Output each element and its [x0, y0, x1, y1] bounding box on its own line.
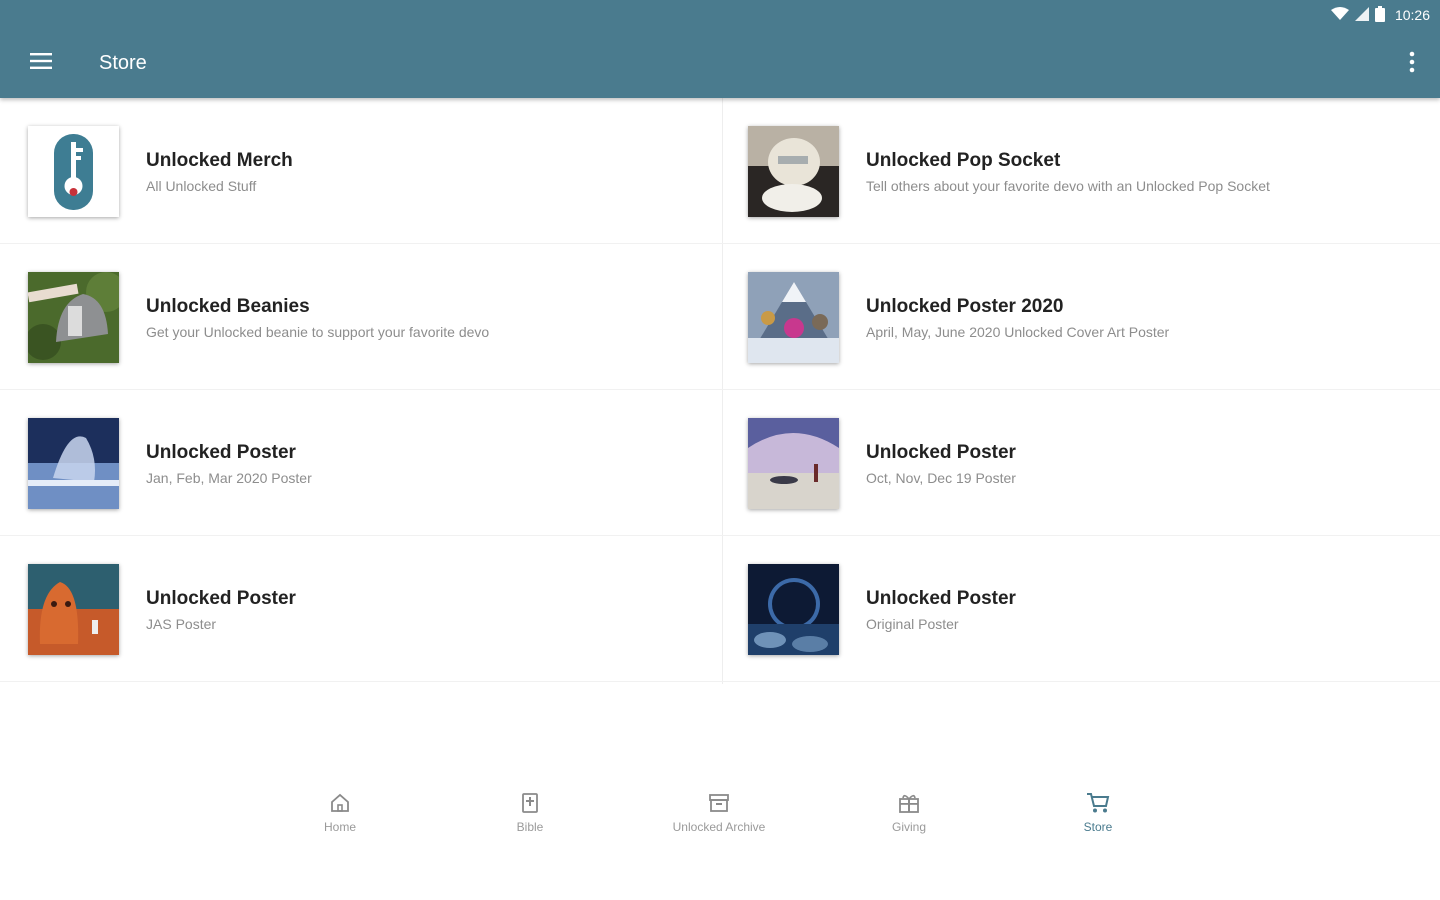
item-title: Unlocked Beanies: [146, 296, 310, 317]
nav-label: Bible: [516, 820, 544, 834]
more-vertical-icon: [1409, 51, 1415, 78]
mars-poster-thumbnail: [28, 564, 119, 655]
nav-home[interactable]: Home: [270, 790, 410, 846]
menu-button[interactable]: [26, 48, 56, 78]
store-item-grid: Unlocked Merch All Unlocked Stuff Unlock…: [0, 98, 1440, 684]
item-subtitle: April, May, June 2020 Unlocked Cover Art…: [866, 324, 1170, 340]
key-logo-thumbnail: [28, 126, 119, 217]
nav-bible[interactable]: Bible: [460, 790, 600, 846]
item-title: Unlocked Pop Socket: [866, 150, 1061, 171]
mountain-poster-thumbnail: [748, 272, 839, 363]
item-title: Unlocked Poster: [866, 588, 1016, 609]
item-subtitle: Tell others about your favorite devo wit…: [866, 178, 1270, 194]
item-title: Unlocked Poster: [146, 588, 296, 609]
store-item-unlocked-poster-2020[interactable]: Unlocked Poster 2020 April, May, June 20…: [720, 244, 1440, 390]
pop-socket-photo-thumbnail: [748, 126, 839, 217]
store-item-unlocked-pop-socket[interactable]: Unlocked Pop Socket Tell others about yo…: [720, 98, 1440, 244]
nav-unlocked-archive[interactable]: Unlocked Archive: [649, 790, 789, 846]
nav-label: Store: [1083, 820, 1113, 834]
item-subtitle: JAS Poster: [146, 616, 217, 632]
status-bar: 10:26: [1330, 5, 1430, 25]
store-item-unlocked-beanies[interactable]: Unlocked Beanies Get your Unlocked beani…: [0, 244, 720, 390]
sky-poster-thumbnail: [748, 418, 839, 509]
item-subtitle: All Unlocked Stuff: [146, 178, 257, 194]
store-item-unlocked-poster-jas[interactable]: Unlocked Poster JAS Poster: [0, 536, 720, 682]
store-item-unlocked-poster-original[interactable]: Unlocked Poster Original Poster: [720, 536, 1440, 682]
store-item-unlocked-poster-jan-feb-mar[interactable]: Unlocked Poster Jan, Feb, Mar 2020 Poste…: [0, 390, 720, 536]
app-bar: 10:26 Store: [0, 0, 1440, 98]
home-icon: [327, 790, 353, 816]
store-item-unlocked-merch[interactable]: Unlocked Merch All Unlocked Stuff: [0, 98, 720, 244]
nav-label: Giving: [891, 820, 926, 834]
item-title: Unlocked Poster 2020: [866, 296, 1064, 317]
item-subtitle: Original Poster: [866, 616, 959, 632]
nav-giving[interactable]: Giving: [839, 790, 979, 846]
item-subtitle: Oct, Nov, Dec 19 Poster: [866, 470, 1016, 486]
nav-label: Unlocked Archive: [672, 820, 766, 834]
overflow-menu-button[interactable]: [1402, 48, 1422, 80]
store-item-unlocked-poster-oct-nov-dec[interactable]: Unlocked Poster Oct, Nov, Dec 19 Poster: [720, 390, 1440, 536]
gift-icon: [896, 790, 922, 816]
ice-poster-thumbnail: [28, 418, 119, 509]
battery-icon: [1374, 5, 1385, 25]
item-subtitle: Get your Unlocked beanie to support your…: [146, 324, 490, 340]
bible-icon: [517, 790, 543, 816]
status-time: 10:26: [1394, 7, 1430, 23]
signal-icon: [1354, 6, 1369, 24]
beanie-photo-thumbnail: [28, 272, 119, 363]
wifi-icon: [1330, 6, 1349, 24]
planet-poster-thumbnail: [748, 564, 839, 655]
item-title: Unlocked Poster: [866, 442, 1016, 463]
nav-store[interactable]: Store: [1028, 790, 1168, 846]
item-title: Unlocked Merch: [146, 150, 293, 171]
item-title: Unlocked Poster: [146, 442, 296, 463]
cart-icon: [1085, 790, 1111, 816]
bottom-navigation: Home Bible Unlocked Archive Giving Store: [0, 772, 1440, 852]
hamburger-menu-icon: [30, 52, 52, 74]
archive-icon: [706, 790, 732, 816]
page-title: Store: [99, 52, 147, 74]
item-subtitle: Jan, Feb, Mar 2020 Poster: [146, 470, 312, 486]
nav-label: Home: [323, 820, 356, 834]
